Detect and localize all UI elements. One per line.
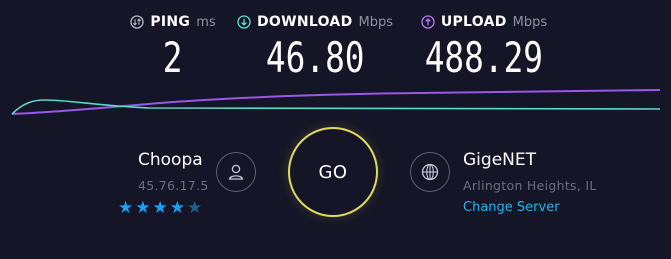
server-name: GigeNET (463, 150, 536, 170)
host-user-button[interactable] (216, 152, 256, 192)
ping-header: PING ms (130, 12, 216, 32)
star-icon: ★ (135, 198, 151, 218)
star-icon: ★ (169, 198, 185, 218)
download-value: 46.80 (265, 33, 365, 82)
globe-icon (421, 163, 439, 181)
ping-value: 2 (163, 33, 183, 82)
go-button[interactable]: GO (288, 127, 378, 217)
change-server-link[interactable]: Change Server (463, 200, 560, 215)
star-icon: ★ (152, 198, 168, 218)
upload-arrow-icon (421, 15, 435, 29)
star-empty-icon: ★ (187, 198, 203, 218)
speed-graph (11, 89, 661, 115)
ping-label: PING (150, 14, 191, 30)
speedtest-panel: PING ms 2 DOWNLOAD Mbps 46.80 UPLOAD Mbp… (0, 0, 671, 259)
download-header: DOWNLOAD Mbps (237, 12, 393, 32)
user-icon (228, 164, 244, 180)
upload-header: UPLOAD Mbps (421, 12, 547, 32)
upload-unit: Mbps (512, 14, 548, 30)
host-rating: ★ ★ ★ ★ ★ (118, 198, 202, 218)
host-name: Choopa (138, 150, 203, 170)
upload-metric: UPLOAD Mbps 488.29 (421, 12, 547, 82)
download-label: DOWNLOAD (257, 14, 353, 30)
star-icon: ★ (118, 198, 134, 218)
upload-graph-line (11, 89, 661, 115)
ping-metric: PING ms 2 (130, 12, 216, 82)
server-location: Arlington Heights, IL (463, 178, 597, 193)
host-ip: 45.76.17.5 (138, 178, 209, 193)
download-unit: Mbps (358, 14, 394, 30)
download-arrow-icon (237, 15, 251, 29)
upload-value: 488.29 (424, 33, 544, 82)
download-metric: DOWNLOAD Mbps 46.80 (237, 12, 393, 82)
ping-icon (130, 15, 144, 29)
ping-unit: ms (196, 14, 216, 30)
go-label: GO (318, 161, 348, 183)
upload-label: UPLOAD (440, 14, 507, 30)
server-globe-button[interactable] (410, 152, 450, 192)
